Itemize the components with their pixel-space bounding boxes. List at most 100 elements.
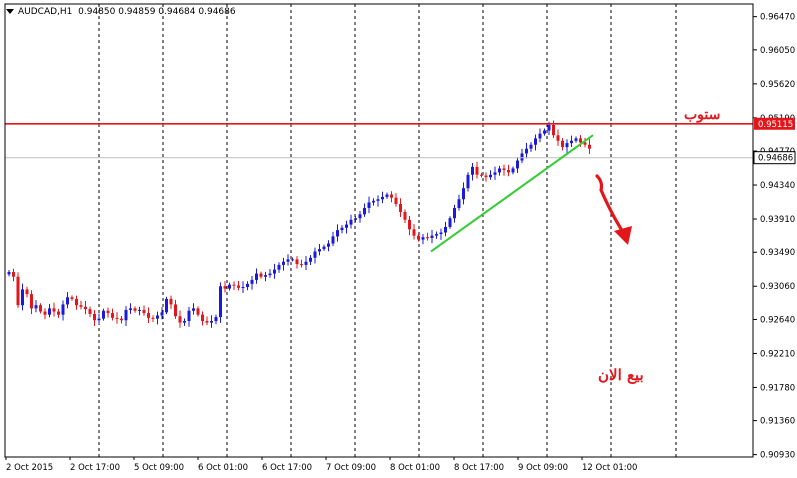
candle [345,220,348,234]
candle-body [300,264,303,266]
candle [219,282,222,323]
candle-body [93,313,96,321]
candle [408,215,411,236]
candle-body [367,202,371,208]
candle-body [435,234,438,236]
candle [264,271,267,282]
candle-body [21,289,24,306]
candle-body [282,261,285,265]
candle [201,311,204,326]
candle-body [381,196,384,200]
candle [210,315,213,328]
candle [183,318,186,326]
candle-body [147,313,150,318]
candle-body [102,310,105,319]
chart-window[interactable]: 0.964700.960500.956200.951900.947700.943… [0,0,797,478]
candle-body [70,297,74,299]
candle-body [471,166,474,175]
chevron-down-icon[interactable] [6,9,14,14]
candle [574,136,578,143]
candle [43,308,47,320]
candle [457,194,461,211]
x-tick-label: 7 Oct 09:00 [326,463,376,473]
candle [205,316,209,326]
candle-body [304,261,308,265]
candle-body [543,130,546,134]
y-tick-label: 0.93490 [760,248,795,258]
candle [273,263,276,279]
candle-body [66,297,69,305]
candle-body [183,321,186,323]
candle [516,157,519,173]
price-chart[interactable]: 0.964700.960500.956200.951900.947700.943… [0,0,797,478]
candle [385,192,389,199]
candle [7,270,11,277]
candle-body [484,175,488,178]
candle-body [421,237,425,240]
candle [156,311,159,325]
symbol-header: AUDCAD,H1 0.94850 0.94859 0.94684 0.9468… [6,7,236,17]
candle [475,161,479,179]
candle-body [475,166,479,175]
trend-line[interactable] [430,134,594,253]
current-price-label: 0.94686 [758,154,793,164]
candle-body [336,230,339,237]
candle [277,262,281,273]
candle [115,312,119,324]
candle [403,209,407,224]
candle [358,211,362,223]
candle-body [412,229,416,236]
candle-body [331,236,335,244]
stop-annotation: ستوب [684,107,721,123]
y-tick-label: 0.92640 [760,315,795,325]
y-tick-label: 0.92210 [760,349,795,359]
y-tick-label: 0.96470 [760,13,795,23]
candle-body [30,294,33,309]
candle-body [165,298,168,313]
candle-body [363,207,366,215]
price-tags: 0.95115 0.94686 [753,117,796,165]
candle-body [538,133,542,139]
candle-body [142,309,146,314]
candle-body [241,287,245,289]
candle-body [327,243,330,247]
candle-body [430,235,434,239]
candle-body [390,194,393,198]
candle [394,193,398,207]
candle-body [48,308,51,315]
candle-body [570,140,573,144]
candle-body [313,251,317,258]
candle [147,307,150,323]
candle-body [178,316,182,323]
candle [466,172,470,192]
candle [79,300,83,310]
candle [363,203,366,217]
candle [309,255,312,265]
candle-body [345,224,348,228]
candle-body [556,135,560,141]
candle-body [196,308,200,315]
candle [16,272,20,308]
symbol-name: AUDCAD,H1 [18,7,73,17]
candle [336,224,339,242]
candle-body [79,305,83,307]
candle-body [574,138,578,141]
price-axis[interactable]: 0.964700.960500.956200.951900.947700.943… [753,13,795,461]
candle-body [394,197,398,205]
candle-body [520,153,524,161]
candle [88,306,92,318]
candle-body [358,214,362,219]
candle [426,232,429,241]
candle-body [133,308,137,311]
candle [439,228,443,240]
time-axis[interactable]: 2 Oct 2015 2 Oct 17:00 5 Oct 09:00 6 Oct 01… [5,457,637,473]
candle [151,315,155,322]
candle [165,296,168,315]
y-tick-label: 0.94340 [760,181,795,191]
candle [187,306,191,327]
candle-body [547,124,551,131]
candle [489,170,492,180]
x-tick-label: 12 Oct 01:00 [582,463,637,473]
y-tick-label: 0.95620 [760,80,795,90]
candle-body [219,286,222,318]
